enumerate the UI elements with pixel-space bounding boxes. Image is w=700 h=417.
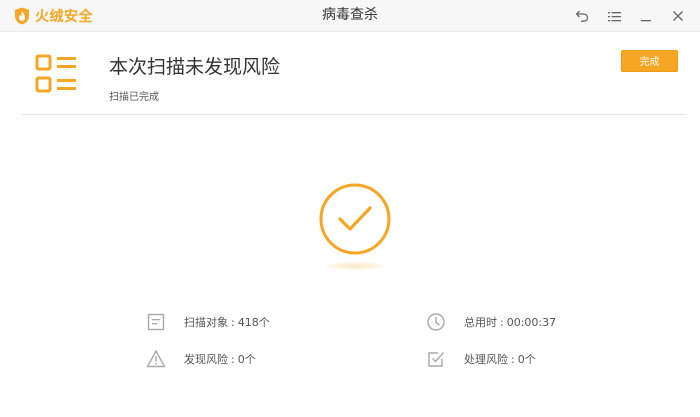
report-list-icon [35, 54, 76, 93]
stat-value: 418个 [237, 316, 270, 329]
scan-result-title: 本次扫描未发现风险 [109, 56, 281, 78]
minimize-icon [641, 20, 651, 22]
stat-scan-objects: 扫描对象 : 418个 [146, 312, 270, 332]
stat-risks-found: 发现风险 : 0个 [146, 349, 256, 369]
scan-result-header: 本次扫描未发现风险 扫描已完成 完成 [22, 32, 686, 115]
stat-value: 00:00:37 [506, 315, 557, 329]
stat-label: 处理风险 [464, 353, 508, 366]
stat-value: 0个 [517, 353, 536, 366]
document-icon [147, 313, 165, 331]
brand-name: 火绒安全 [35, 9, 93, 25]
virus-scan-window: 火绒安全 病毒查杀 本次扫描未发现风险 扫描已完成 完成 扫描对象: 418个… [0, 0, 700, 417]
title-bar: 火绒安全 病毒查杀 [0, 0, 700, 32]
stat-value: 0个 [237, 353, 256, 366]
scan-status-text: 扫描已完成 [109, 92, 159, 103]
stat-label: 扫描对象 [184, 316, 228, 329]
stat-label: 发现风险 [184, 353, 228, 366]
clock-icon [427, 313, 445, 331]
stat-risks-handled: 处理风险 : 0个 [426, 349, 536, 369]
warning-icon [146, 350, 166, 368]
flame-shield-icon [15, 7, 29, 25]
stat-label: 总用时 [464, 316, 497, 329]
window-controls [566, 4, 694, 28]
close-button[interactable] [662, 4, 694, 28]
check-circle-icon [319, 183, 391, 255]
menu-icon [607, 11, 621, 21]
back-arrow-icon [575, 10, 589, 22]
minimize-button[interactable] [630, 4, 662, 28]
stat-total-time: 总用时 : 00:00:37 [426, 312, 556, 332]
check-shadow [324, 262, 386, 270]
done-button[interactable]: 完成 [621, 50, 678, 72]
menu-button[interactable] [598, 4, 630, 28]
brand: 火绒安全 [14, 6, 93, 26]
back-button[interactable] [566, 4, 598, 28]
close-icon [673, 11, 683, 21]
checkbox-icon [428, 352, 445, 367]
